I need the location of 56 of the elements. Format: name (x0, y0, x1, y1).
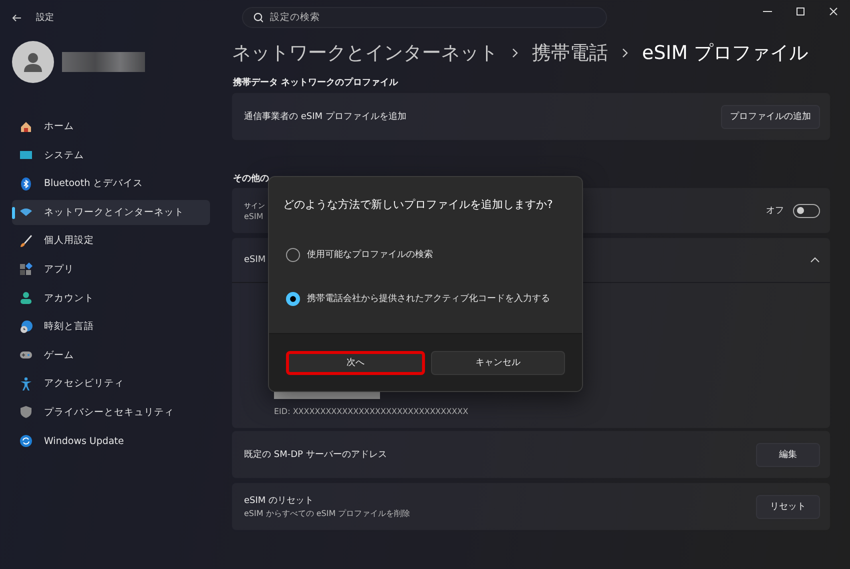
sidebar-item[interactable]: アカウント (12, 286, 210, 311)
radio-button[interactable] (286, 248, 300, 262)
toggle-switch[interactable] (793, 204, 820, 218)
dialog-button[interactable]: 次へ (286, 350, 424, 374)
sidebar-item[interactable]: Bluetooth とデバイス (12, 171, 210, 196)
globe-clock-icon (19, 320, 33, 334)
sidebar-item[interactable]: ゲーム (12, 342, 210, 368)
chevron-right-icon (622, 48, 628, 58)
breadcrumb-item[interactable]: 携帯電話 (532, 40, 608, 66)
radio-label: 使用可能なプロファイルの検索 (307, 249, 433, 261)
setting-description: eSIM (244, 212, 264, 220)
radio-option[interactable]: 携帯電話会社から提供されたアクティブ化コードを入力する (286, 292, 582, 306)
search-field[interactable]: 設定の検索 (242, 7, 607, 28)
sidebar-item[interactable]: ホーム (12, 114, 210, 139)
sidebar-item[interactable]: ネットワークとインターネット (12, 200, 210, 225)
maximize-icon (796, 6, 805, 16)
eid-text: EID: XXXXXXXXXXXXXXXXXXXXXXXXXXXXXXXX (274, 407, 470, 416)
setting-title: eSIM のリセット (244, 495, 315, 507)
setting-label: 既定の SM-DP サーバーのアドレス (244, 448, 388, 461)
toggle-label: オフ (766, 205, 784, 217)
edit-button[interactable]: 編集 (756, 442, 820, 466)
shield-icon (19, 405, 33, 420)
home-icon (19, 120, 33, 134)
radio-option[interactable]: 使用可能なプロファイルの検索 (286, 248, 582, 262)
reset-button[interactable]: リセット (756, 494, 820, 518)
sidebar-item[interactable]: システム (12, 142, 210, 168)
sidebar-item[interactable]: Windows Update (12, 428, 210, 454)
person-icon (19, 291, 33, 306)
bluetooth-icon (19, 176, 33, 191)
window-title: 設定 (36, 12, 54, 24)
sidebar-item[interactable]: 個人用設定 (12, 228, 210, 254)
apps-icon (19, 262, 33, 276)
sidebar-item[interactable]: アクセシビリティ (12, 371, 210, 396)
dialog-button[interactable]: キャンセル (430, 350, 565, 374)
setting-description: eSIM からすべての eSIM プロファイルを削除 (244, 508, 412, 519)
breadcrumb-item[interactable]: ネットワークとインターネット (232, 40, 498, 66)
breadcrumb-item: eSIM プロファイル (642, 41, 808, 66)
radio-label: 携帯電話会社から提供されたアクティブ化コードを入力する (307, 293, 550, 305)
section-heading: 携帯データ ネットワークのプロファイル (233, 76, 400, 87)
radio-button[interactable] (286, 292, 300, 306)
sidebar-item[interactable]: プライバシーとセキュリティ (12, 400, 210, 425)
chevron-up-icon[interactable] (810, 257, 820, 263)
sidebar-item[interactable]: アプリ (12, 256, 210, 282)
section-heading: その他の (233, 172, 270, 183)
close-icon (829, 6, 838, 16)
brush-icon (19, 234, 33, 248)
add-profile-button[interactable]: プロファイルの追加 (721, 104, 820, 128)
chevron-right-icon (512, 48, 518, 58)
accessibility-icon (19, 376, 33, 391)
back-arrow-icon[interactable] (11, 12, 22, 22)
sidebar-item[interactable]: 時刻と言語 (12, 314, 210, 340)
sync-icon (19, 434, 33, 448)
setting-label: 通信事業者の eSIM プロファイルを追加 (244, 110, 408, 123)
dialog-title: どのような方法で新しいプロファイルを追加しますか? (283, 197, 554, 213)
person-silhouette-icon (23, 52, 43, 72)
search-icon (252, 12, 263, 23)
